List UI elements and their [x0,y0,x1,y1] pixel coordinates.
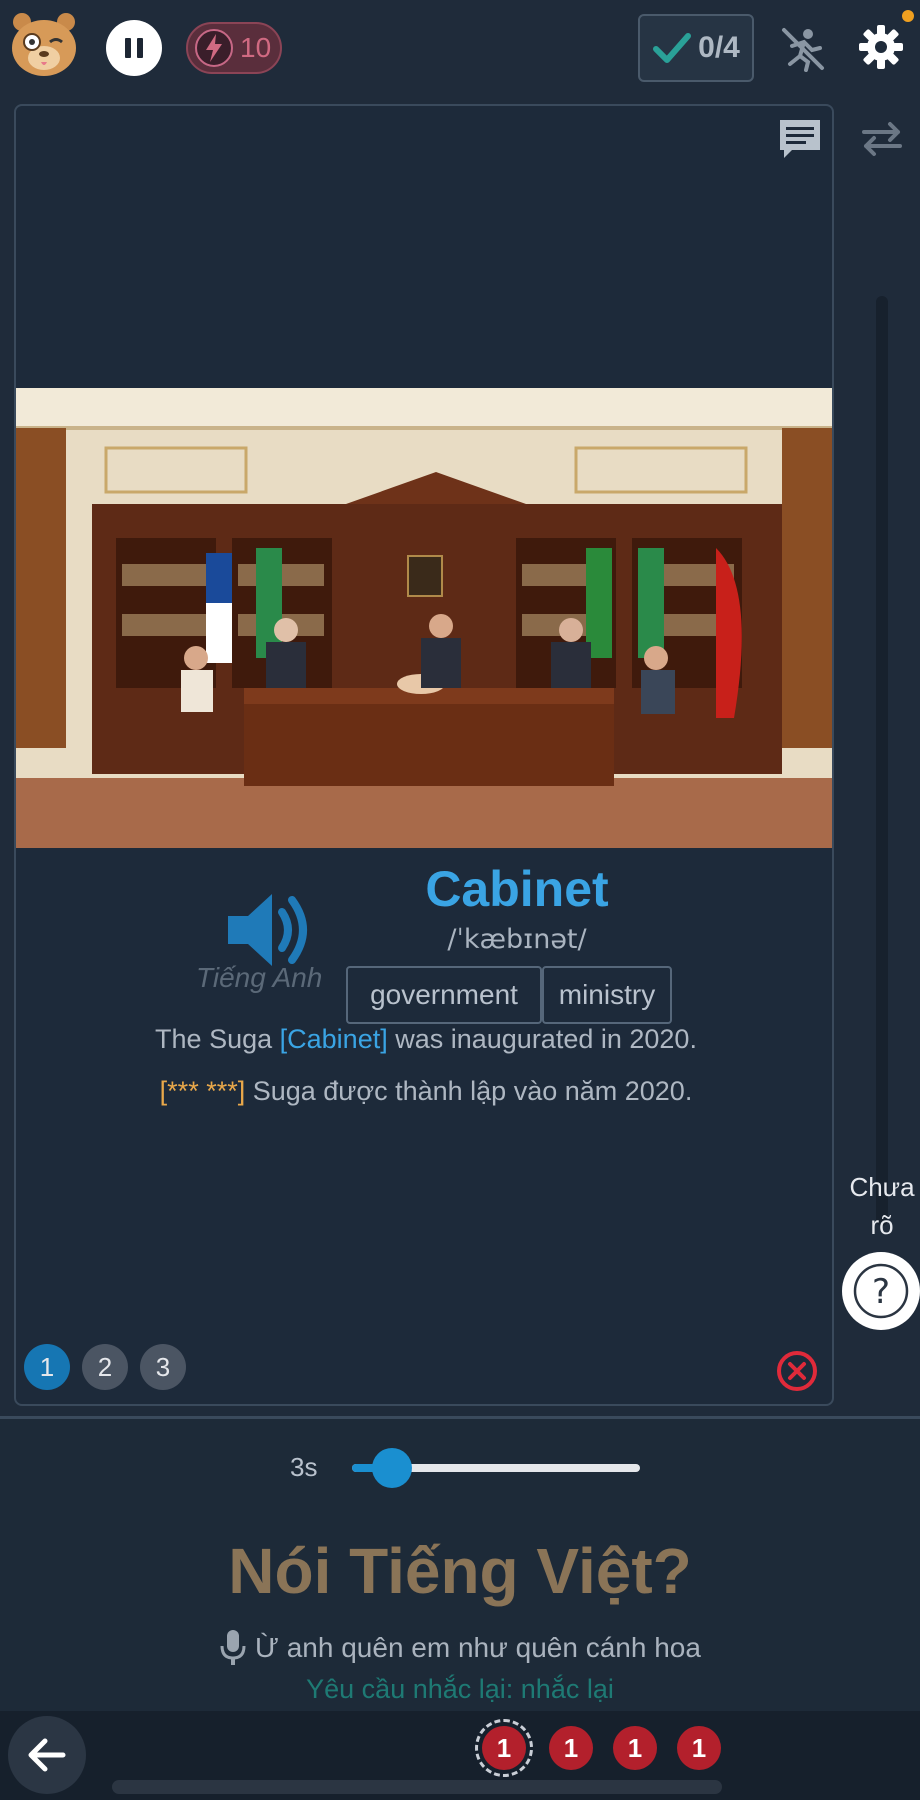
help-symbol: ? [872,1272,890,1312]
help-button[interactable]: ? [842,1252,920,1330]
energy-badge[interactable]: 10 [186,22,282,74]
example-en-after: was inaugurated in 2020. [387,1024,697,1054]
recognized-text: Ừ anh quên em như quên cánh hoa [255,1632,701,1663]
unclear-label: Chưa rõ [849,1172,915,1240]
recognized-speech: Ừ anh quên em như quên cánh hoa [0,1628,920,1668]
check-icon [653,33,692,63]
close-circle-icon[interactable] [776,1350,818,1392]
score-box[interactable]: 0/4 [638,14,754,82]
microphone-icon[interactable] [219,1628,247,1668]
help-icon: ? [853,1263,909,1319]
synonym-chip[interactable]: government [346,966,542,1024]
back-button[interactable] [8,1716,86,1794]
mascot-icon[interactable] [8,8,80,80]
synonym-chip[interactable]: ministry [542,966,672,1024]
repeat-request[interactable]: Yêu cầu nhắc lại: nhắc lại [0,1674,920,1705]
example-en-highlight: [Cabinet] [279,1024,388,1054]
comment-icon[interactable] [776,116,824,164]
notification-dot [902,10,914,22]
page-button-1[interactable]: 1 [24,1344,70,1390]
pause-icon [125,38,143,58]
flashcard: Tiếng Anh Cabinet /ˈkæbɪnət/ government … [14,104,834,1406]
card-pager: 1 2 3 [24,1344,186,1390]
example-sentence-en: The Suga [Cabinet] was inaugurated in 20… [16,1024,832,1055]
speak-prompt: Nói Tiếng Việt? [228,1535,692,1607]
energy-count: 10 [240,32,272,63]
delay-label: 3s [290,1452,318,1482]
word-illustration [16,388,832,848]
example-vi-highlight: [*** ***] [159,1076,246,1106]
pause-button[interactable] [106,20,162,76]
example-vi-after: Suga được thành lập vào năm 2020. [245,1076,693,1106]
pronunciation: /ˈkæbɪnət/ [447,924,587,955]
lightning-icon [195,29,233,67]
home-indicator [112,1780,722,1794]
round-badge[interactable]: 1 [677,1726,721,1770]
round-badge[interactable]: 1 [613,1726,657,1770]
page-button-3[interactable]: 3 [140,1344,186,1390]
round-badge[interactable]: 1 [549,1726,593,1770]
example-en-before: The Suga [155,1024,280,1054]
score-text: 0/4 [698,31,740,64]
no-running-icon[interactable] [778,24,828,74]
round-badge[interactable]: 1 [475,1719,533,1777]
page-button-2[interactable]: 2 [82,1344,128,1390]
swap-icon[interactable] [858,118,906,158]
side-scroll-track[interactable] [876,296,888,1226]
back-arrow-icon [28,1738,66,1772]
example-sentence-vi: [*** ***] Suga được thành lập vào năm 20… [16,1076,832,1107]
gear-icon[interactable] [856,22,906,72]
vocab-word: Cabinet [425,861,609,917]
